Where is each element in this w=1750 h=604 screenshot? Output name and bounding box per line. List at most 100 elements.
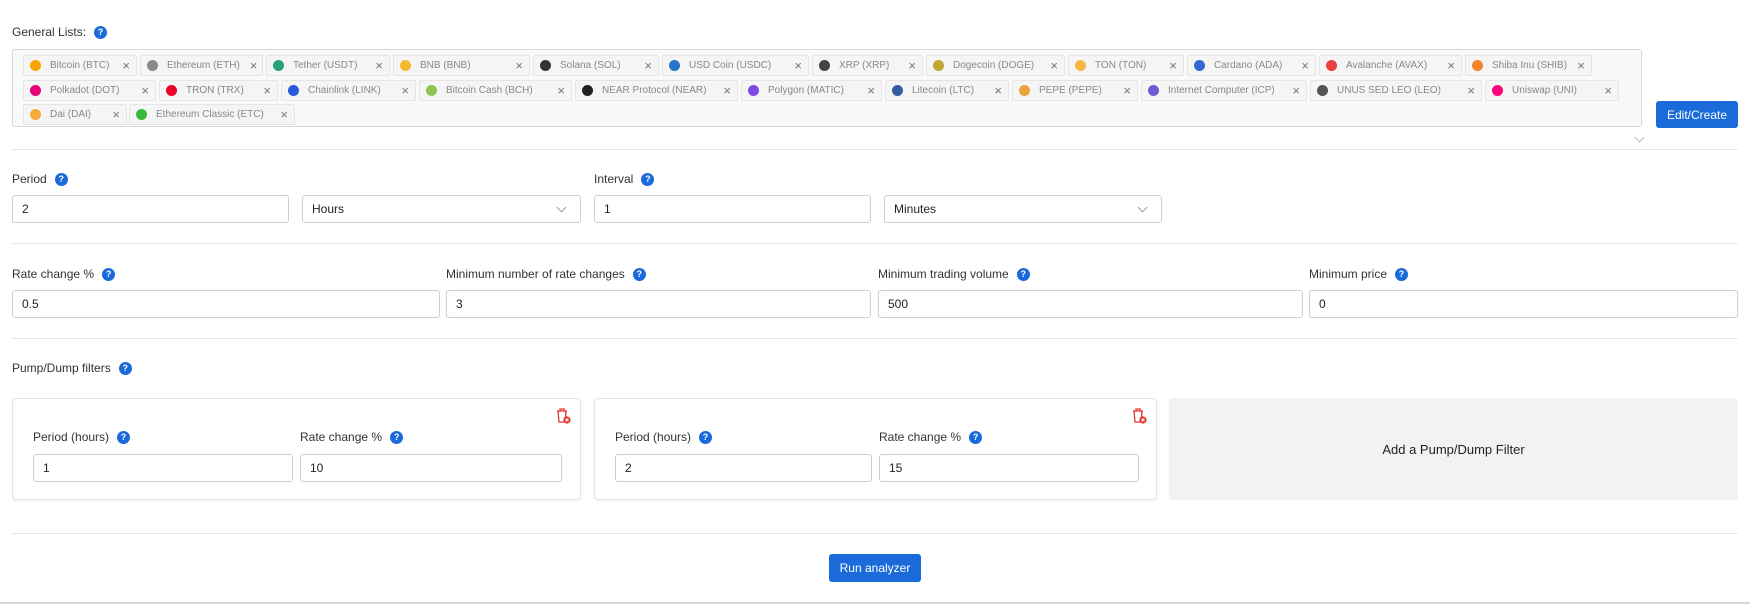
coin-tag-label: USD Coin (USDC) (689, 60, 772, 71)
close-icon[interactable]: × (253, 84, 271, 97)
coin-tag-label: Polygon (MATIC) (768, 85, 844, 96)
close-icon[interactable]: × (1437, 59, 1455, 72)
coin-tag: PEPE (PEPE) × (1012, 80, 1138, 101)
coin-tag-label: Ethereum Classic (ETC) (156, 109, 264, 120)
coin-tag: BNB (BNB) × (393, 55, 530, 76)
period-label: Period ? (12, 172, 68, 186)
filter-period-input[interactable]: 2 (615, 454, 872, 482)
general-lists-label: General Lists: ? (12, 25, 108, 39)
add-pump-dump-filter-button[interactable]: Add a Pump/Dump Filter (1169, 398, 1738, 500)
coin-tag: Bitcoin Cash (BCH) × (419, 80, 572, 101)
pump-dump-label: Pump/Dump filters ? (12, 361, 132, 375)
coin-tag: Bitcoin (BTC) × (23, 55, 137, 76)
close-icon[interactable]: × (1457, 84, 1475, 97)
help-icon[interactable]: ? (632, 267, 646, 281)
trash-icon[interactable] (555, 407, 571, 425)
coin-tag-label: Shiba Inu (SHIB) (1492, 60, 1568, 71)
help-icon[interactable]: ? (699, 430, 713, 444)
close-icon[interactable]: × (713, 84, 731, 97)
close-icon[interactable]: × (102, 108, 120, 121)
coin-icon (892, 85, 903, 96)
coin-tag-label: Avalanche (AVAX) (1346, 60, 1428, 71)
interval-value-input[interactable]: 1 (594, 195, 871, 223)
help-icon[interactable]: ? (641, 172, 655, 186)
coin-tag-label: NEAR Protocol (NEAR) (602, 85, 707, 96)
help-icon[interactable]: ? (118, 361, 132, 375)
min-volume-label: Minimum trading volume ? (878, 267, 1030, 281)
chevron-down-icon[interactable] (1634, 132, 1645, 143)
coin-tag: Dai (DAI) × (23, 104, 127, 125)
close-icon[interactable]: × (784, 59, 802, 72)
divider (12, 533, 1738, 534)
close-icon[interactable]: × (1159, 59, 1177, 72)
coin-tag: UNUS SED LEO (LEO) × (1310, 80, 1482, 101)
coin-icon (136, 109, 147, 120)
coin-tag-label: Bitcoin Cash (BCH) (446, 85, 533, 96)
coin-icon (426, 85, 437, 96)
help-icon[interactable]: ? (102, 267, 116, 281)
close-icon[interactable]: × (634, 59, 652, 72)
filter-period-input[interactable]: 1 (33, 454, 293, 482)
min-rate-changes-input[interactable]: 3 (446, 290, 871, 318)
divider (12, 243, 1738, 244)
run-analyzer-button[interactable]: Run analyzer (829, 554, 921, 582)
help-icon[interactable]: ? (1016, 267, 1030, 281)
coin-tag-label: Dai (DAI) (50, 109, 92, 120)
period-value-input[interactable]: 2 (12, 195, 289, 223)
close-icon[interactable]: × (391, 84, 409, 97)
close-icon[interactable]: × (1291, 59, 1309, 72)
close-icon[interactable]: × (1040, 59, 1058, 72)
coin-tag-label: BNB (BNB) (420, 60, 471, 71)
close-icon[interactable]: × (857, 84, 875, 97)
close-icon[interactable]: × (1567, 59, 1585, 72)
close-icon[interactable]: × (112, 59, 130, 72)
close-icon[interactable]: × (365, 59, 383, 72)
coin-icon (30, 85, 41, 96)
coin-icon (1492, 85, 1503, 96)
coin-icon (1326, 60, 1337, 71)
coin-icon (1317, 85, 1328, 96)
coin-tag: USD Coin (USDC) × (662, 55, 809, 76)
help-icon[interactable]: ? (390, 430, 404, 444)
close-icon[interactable]: × (984, 84, 1002, 97)
help-icon[interactable]: ? (94, 25, 108, 39)
edit-create-button[interactable]: Edit/Create (1656, 101, 1738, 128)
coin-tag: XRP (XRP) × (812, 55, 923, 76)
help-icon[interactable]: ? (969, 430, 983, 444)
pump-dump-filter-card: Period (hours) ? 2 Rate change % ? 15 (594, 398, 1157, 500)
coin-tag-label: Cardano (ADA) (1214, 60, 1283, 71)
interval-unit-select[interactable]: Minutes (884, 195, 1162, 223)
close-icon[interactable]: × (270, 108, 288, 121)
close-icon[interactable]: × (240, 59, 258, 72)
close-icon[interactable]: × (898, 59, 916, 72)
filter-period-label: Period (hours) ? (33, 430, 131, 444)
help-icon[interactable]: ? (117, 430, 131, 444)
coin-tag: Ethereum (ETH) × (140, 55, 263, 76)
close-icon[interactable]: × (131, 84, 149, 97)
coin-tag: Polygon (MATIC) × (741, 80, 882, 101)
help-icon[interactable]: ? (54, 172, 68, 186)
close-icon[interactable]: × (1113, 84, 1131, 97)
general-lists-tag-select[interactable]: Bitcoin (BTC) × Ethereum (ETH) × Tether (USD… (12, 49, 1645, 143)
close-icon[interactable]: × (1282, 84, 1300, 97)
coin-tag-label: Litecoin (LTC) (912, 85, 975, 96)
close-icon[interactable]: × (1594, 84, 1612, 97)
coin-tag-label: Tether (USDT) (293, 60, 358, 71)
period-unit-select[interactable]: Hours (302, 195, 581, 223)
help-icon[interactable]: ? (1395, 267, 1409, 281)
filter-rate-input[interactable]: 15 (879, 454, 1139, 482)
coin-icon (582, 85, 593, 96)
close-icon[interactable]: × (505, 59, 523, 72)
coin-tag-label: TRON (TRX) (186, 85, 244, 96)
coin-icon (1019, 85, 1030, 96)
min-volume-input[interactable]: 500 (878, 290, 1303, 318)
coin-icon (748, 85, 759, 96)
close-icon[interactable]: × (547, 84, 565, 97)
filter-rate-input[interactable]: 10 (300, 454, 562, 482)
coin-tag-label: Bitcoin (BTC) (50, 60, 110, 71)
rate-change-input[interactable]: 0.5 (12, 290, 440, 318)
min-price-input[interactable]: 0 (1309, 290, 1738, 318)
interval-unit-value: Minutes (894, 202, 937, 216)
coin-tag: Ethereum Classic (ETC) × (129, 104, 295, 125)
trash-icon[interactable] (1131, 407, 1147, 425)
